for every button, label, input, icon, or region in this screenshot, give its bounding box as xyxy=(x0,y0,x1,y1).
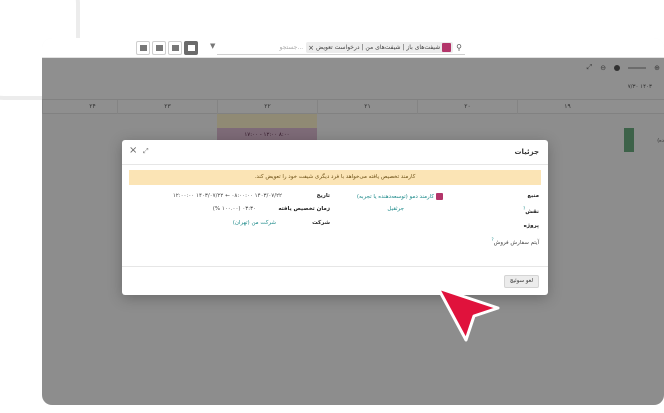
expand-icon[interactable]: ⤢ xyxy=(143,147,149,156)
filter-icon xyxy=(442,43,452,52)
role-label: نقش? xyxy=(523,206,539,215)
facet-close-icon[interactable]: × xyxy=(308,44,314,52)
cursor-pointer-icon xyxy=(436,286,500,342)
company-value[interactable]: شرکت من (تهران) xyxy=(233,220,276,226)
chevron-down-icon[interactable]: ▼ xyxy=(210,42,215,50)
swap-alert: کارمند تخصیص یافته می‌خواهد با فرد دیگری… xyxy=(129,170,541,185)
allocated-time-value[interactable]: ۰۳:۳۰ (۱۰۰.۰۰ %) xyxy=(213,206,256,212)
allocated-time-label: زمان تخصیص یافته xyxy=(278,206,330,212)
detail-dialog: جزئیات × ⤢ کارمند تخصیص یافته می‌خواهد ب… xyxy=(122,140,548,295)
search-facet-label: شیفت‌های باز | شیفت‌های من | درخواست تعو… xyxy=(316,44,441,51)
sales-order-label: آیتم سفارش فروش? xyxy=(491,237,539,246)
company-label: شرکت xyxy=(312,220,330,226)
calendar-view-icon[interactable] xyxy=(168,41,182,55)
search-facet[interactable]: شیفت‌های باز | شیفت‌های من | درخواست تعو… xyxy=(306,42,454,53)
dialog-title: جزئیات xyxy=(514,148,539,156)
dialog-header: جزئیات × ⤢ xyxy=(122,140,548,165)
search-bar[interactable]: ⚲ شیفت‌های باز | شیفت‌های من | درخواست ت… xyxy=(217,41,465,55)
role-value[interactable]: جرثقیل xyxy=(387,206,404,212)
close-icon[interactable]: × xyxy=(129,145,137,156)
source-label: منبع xyxy=(527,193,539,199)
cancel-switch-button[interactable]: لغو سوئیچ xyxy=(503,275,539,288)
search-input[interactable]: جستجو... xyxy=(280,44,304,51)
source-value[interactable]: کارمند دمو (توسعه‌دهنده یا تجربه) xyxy=(357,193,443,200)
view-switcher xyxy=(136,41,198,55)
date-value[interactable]: ۱۴۰۳/۰۷/۲۲ ۰۸:۰۰:۰۰ ← ۱۴۰۳/۰۷/۲۲ ۱۲:۰۰:۰… xyxy=(173,193,282,199)
gantt-view-icon[interactable] xyxy=(136,41,150,55)
employee-avatar xyxy=(436,193,443,200)
project-label: پروژه xyxy=(523,223,539,229)
toolbar: ▼ ⚲ شیفت‌های باز | شیفت‌های من | درخواست… xyxy=(42,38,664,58)
pivot-view-icon[interactable] xyxy=(184,41,198,55)
search-icon[interactable]: ⚲ xyxy=(456,43,462,52)
list-view-icon[interactable] xyxy=(152,41,166,55)
date-label: تاریخ xyxy=(316,193,330,199)
